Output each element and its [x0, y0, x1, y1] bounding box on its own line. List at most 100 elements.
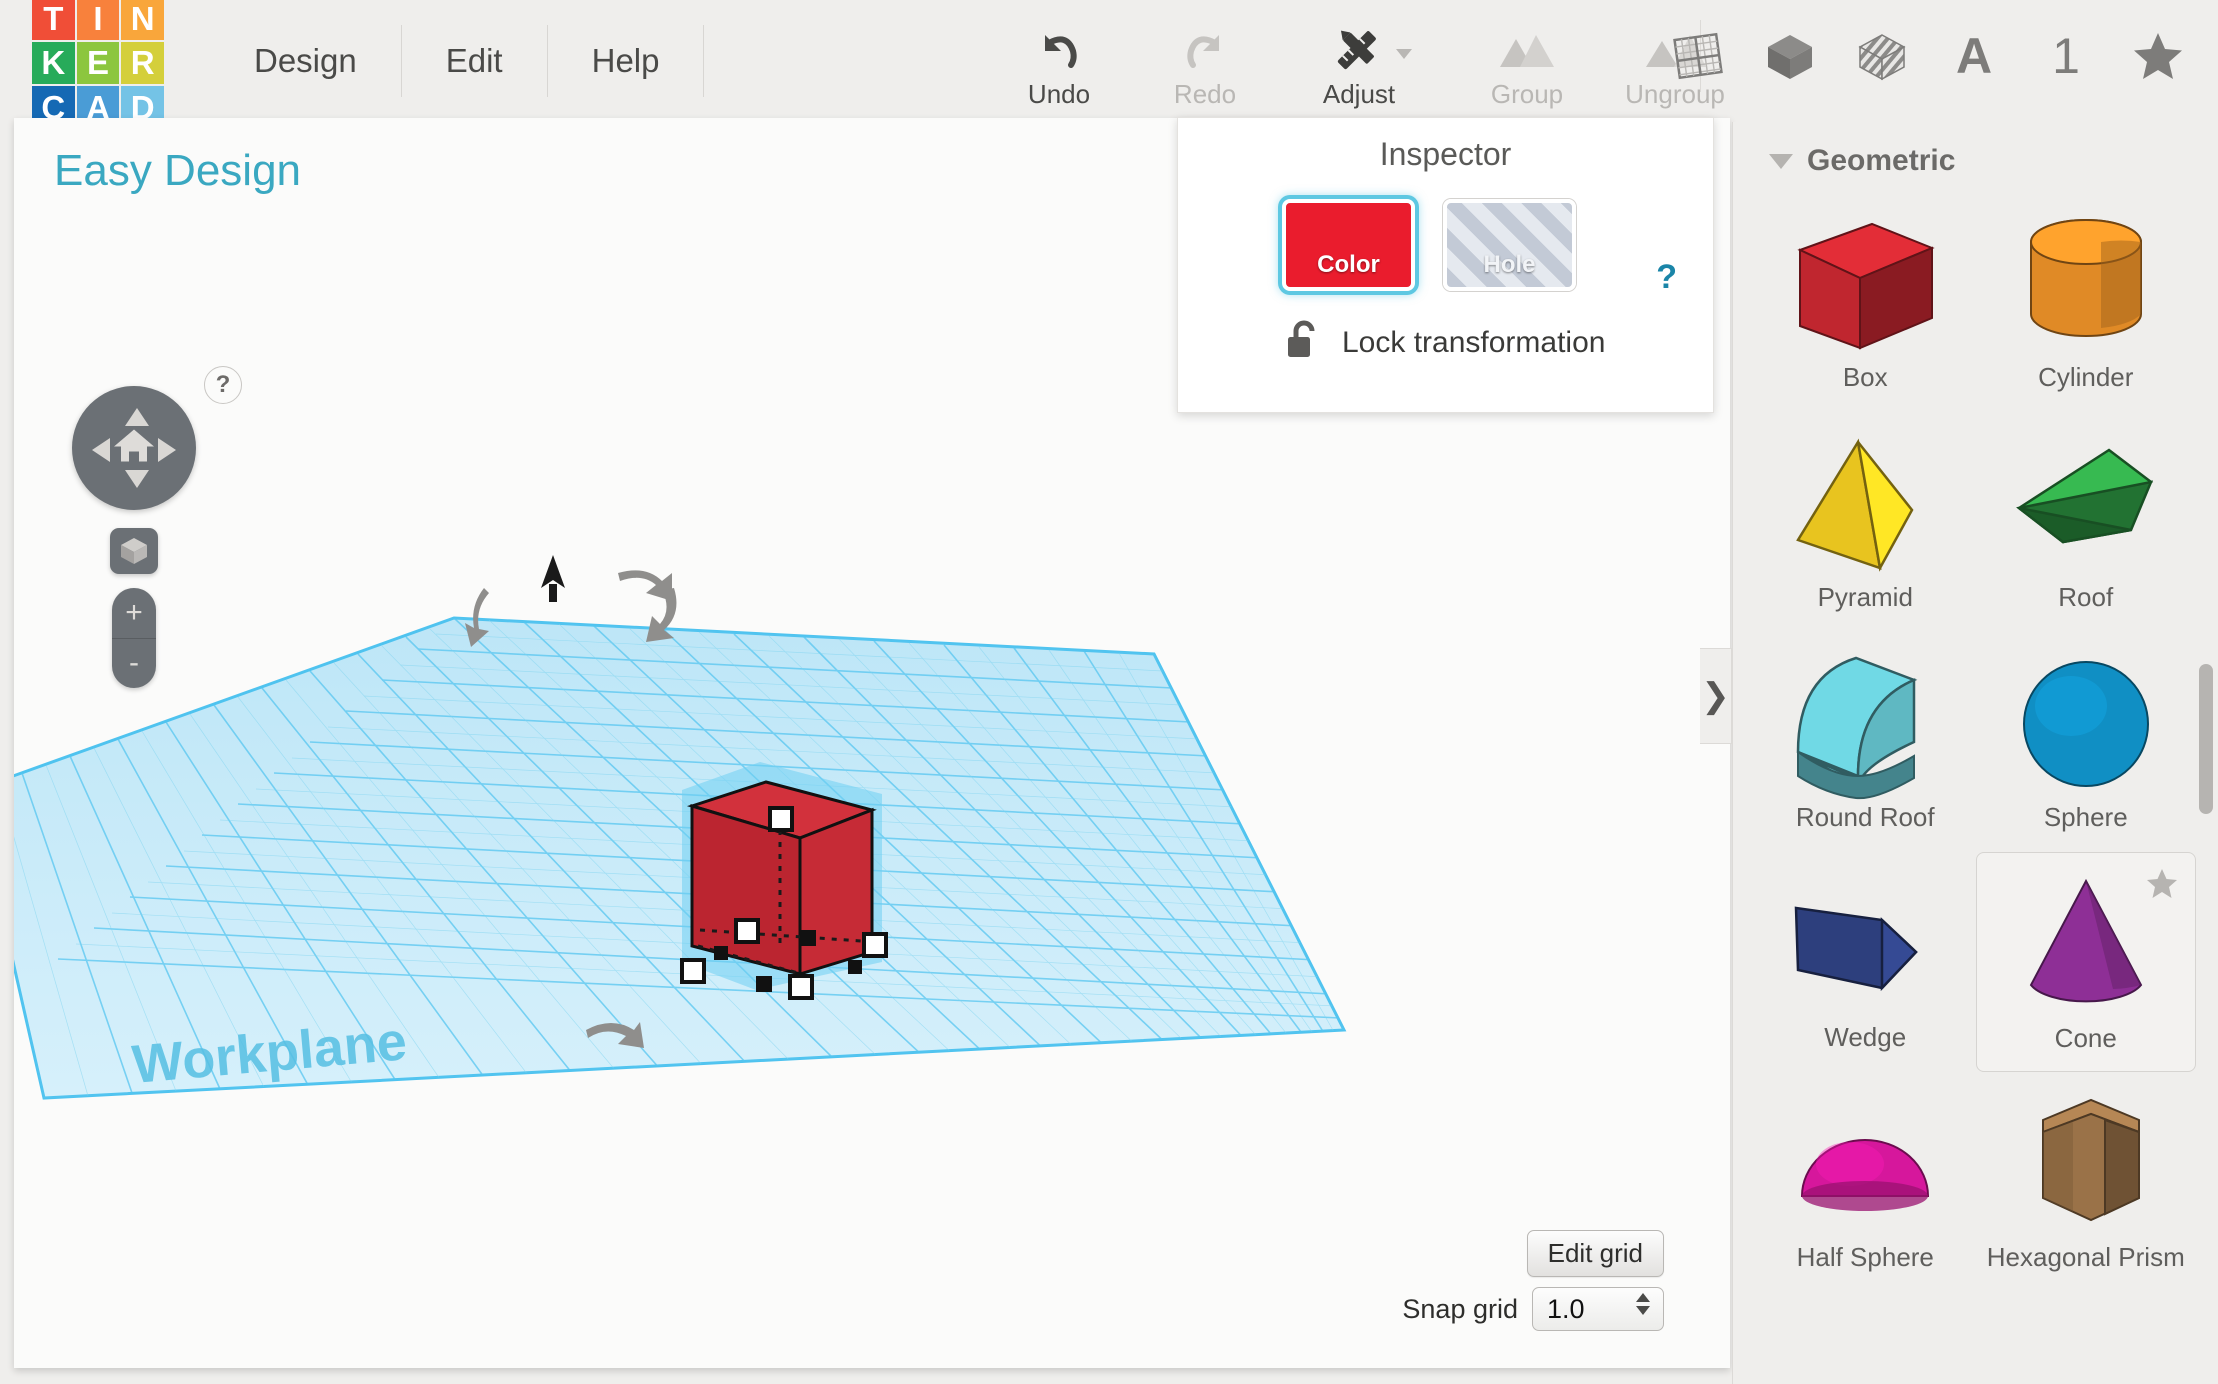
shape-label: Round Roof [1796, 802, 1935, 833]
shape-thumbnail [1780, 1080, 1950, 1240]
menu-help[interactable]: Help [548, 19, 704, 103]
edit-grid-button[interactable]: Edit grid [1527, 1230, 1664, 1277]
shape-item-roof[interactable]: Roof [1976, 412, 2197, 632]
shape-thumbnail [2001, 1080, 2171, 1240]
tinkercad-app: TINKERCAD Design Edit Help Undo Redo [0, 0, 2218, 1384]
inspector-title: Inspector [1178, 136, 1713, 173]
snap-grid-value: 1.0 [1533, 1294, 1585, 1325]
menu-divider [703, 25, 704, 97]
shape-item-hexagonal-prism[interactable]: Hexagonal Prism [1976, 1072, 2197, 1292]
logo-tile-n: N [121, 0, 164, 40]
top-bar: TINKERCAD Design Edit Help Undo Redo [0, 0, 2218, 122]
arrow-down-icon[interactable] [125, 470, 149, 488]
shape-label: Roof [2058, 582, 2113, 613]
shape-thumbnail [1780, 640, 1950, 800]
shape-label: Box [1843, 362, 1888, 393]
height-arrow-handle [541, 555, 565, 602]
undo-button[interactable]: Undo [1000, 21, 1118, 110]
inspector-panel: Inspector Color Hole ? Lock transformati… [1177, 117, 1714, 413]
shape-thumbnail [1780, 200, 1950, 360]
shape-item-cone[interactable]: Cone [1976, 852, 2197, 1072]
redo-label: Redo [1174, 79, 1236, 110]
shape-label: Cylinder [2038, 362, 2133, 393]
inspector-help-button[interactable]: ? [1656, 258, 1677, 297]
collapse-panel-button[interactable]: ❯ [1700, 648, 1732, 744]
shape-item-wedge[interactable]: Wedge [1755, 852, 1976, 1072]
arrow-left-icon[interactable] [92, 438, 110, 462]
menu-design[interactable]: Design [210, 19, 401, 103]
shape-thumbnail [2001, 420, 2171, 580]
chevron-down-icon[interactable] [1636, 1306, 1650, 1315]
chevron-down-icon[interactable] [1396, 49, 1412, 59]
shape-label: Half Sphere [1797, 1242, 1934, 1273]
lock-transformation-label: Lock transformation [1342, 326, 1605, 360]
shape-thumbnail [1780, 860, 1950, 1020]
shape-item-pyramid[interactable]: Pyramid [1755, 412, 1976, 632]
caret-down-icon [1769, 154, 1793, 169]
group-button[interactable]: Group [1468, 21, 1586, 110]
adjust-label: Adjust [1323, 79, 1395, 110]
shape-item-half-sphere[interactable]: Half Sphere [1755, 1072, 1976, 1292]
group-mountains-icon [1494, 21, 1560, 75]
stepper-arrows[interactable] [1636, 1293, 1650, 1315]
menu-edit[interactable]: Edit [402, 19, 547, 103]
shape-thumbnail [1780, 420, 1950, 580]
arrow-right-icon[interactable] [158, 438, 176, 462]
undo-arrow-icon [1033, 21, 1085, 75]
snap-grid-label: Snap grid [1402, 1294, 1518, 1325]
fit-to-view-cube-icon[interactable] [110, 528, 158, 574]
shape-item-round-roof[interactable]: Round Roof [1755, 632, 1976, 852]
text-A-icon[interactable]: A [1942, 24, 2006, 88]
solid-cube-icon[interactable] [1758, 24, 1822, 88]
shapes-category-header[interactable]: Geometric [1733, 122, 2218, 186]
shape-label: Cone [2055, 1023, 2117, 1054]
tinkercad-logo[interactable]: TINKERCAD [32, 0, 164, 129]
workplane [14, 618, 1344, 1098]
workplane-icon[interactable] [1666, 24, 1730, 88]
redo-arrow-icon [1179, 21, 1231, 75]
star-favorite-icon[interactable] [2126, 24, 2190, 88]
hole-cube-icon[interactable] [1850, 24, 1914, 88]
number-1-icon[interactable]: 1 [2034, 24, 2098, 88]
shape-thumbnail [2001, 200, 2171, 360]
zoom-controls: + - [112, 588, 156, 688]
shape-label: Wedge [1824, 1022, 1906, 1053]
shape-item-cylinder[interactable]: Cylinder [1976, 192, 2197, 412]
ruler-pencil-icon [1328, 21, 1390, 75]
zoom-out-button[interactable]: - [112, 639, 156, 689]
canvas-help-button[interactable]: ? [204, 366, 242, 404]
color-swatch-label: Color [1317, 251, 1380, 279]
logo-tile-k: K [32, 42, 75, 85]
unlocked-padlock-icon [1286, 319, 1320, 366]
inspector-swatches: Color Hole [1178, 199, 1713, 291]
shapes-panel-scrollbar[interactable] [2199, 664, 2213, 814]
shape-label: Hexagonal Prism [1987, 1242, 2185, 1273]
shape-item-sphere[interactable]: Sphere [1976, 632, 2197, 852]
chevron-right-icon: ❯ [1701, 676, 1730, 716]
view-navigation-wheel[interactable] [72, 386, 196, 510]
redo-button[interactable]: Redo [1146, 21, 1264, 110]
logo-tile-i: I [77, 0, 120, 40]
logo-tile-e: E [77, 42, 120, 85]
snap-grid-select[interactable]: 1.0 [1532, 1287, 1664, 1331]
arrow-up-icon[interactable] [125, 408, 149, 426]
hole-swatch-label: Hole [1483, 251, 1535, 279]
shapes-grid: Box Cylinder Pyramid Roof Round Roof Sph… [1733, 186, 2218, 1292]
chevron-up-icon[interactable] [1636, 1293, 1650, 1302]
adjust-tools: Adjust [1300, 10, 1418, 110]
logo-tile-r: R [121, 42, 164, 85]
lock-transformation-row[interactable]: Lock transformation [1178, 319, 1713, 366]
shape-label: Sphere [2044, 802, 2128, 833]
home-icon[interactable] [112, 426, 156, 471]
shape-label: Pyramid [1818, 582, 1913, 613]
zoom-in-button[interactable]: + [112, 588, 156, 639]
color-swatch[interactable]: Color [1282, 199, 1415, 291]
adjust-button[interactable]: Adjust [1300, 21, 1418, 110]
shape-item-box[interactable]: Box [1755, 192, 1976, 412]
favorite-star-icon[interactable] [2145, 867, 2179, 904]
group-label: Group [1491, 79, 1563, 110]
hole-swatch[interactable]: Hole [1443, 199, 1576, 291]
shape-type-toolbar: A 1 [1666, 8, 2190, 104]
shapes-panel: Geometric Box Cylinder Pyramid Roof Roun… [1732, 122, 2218, 1384]
logo-tile-t: T [32, 0, 75, 40]
